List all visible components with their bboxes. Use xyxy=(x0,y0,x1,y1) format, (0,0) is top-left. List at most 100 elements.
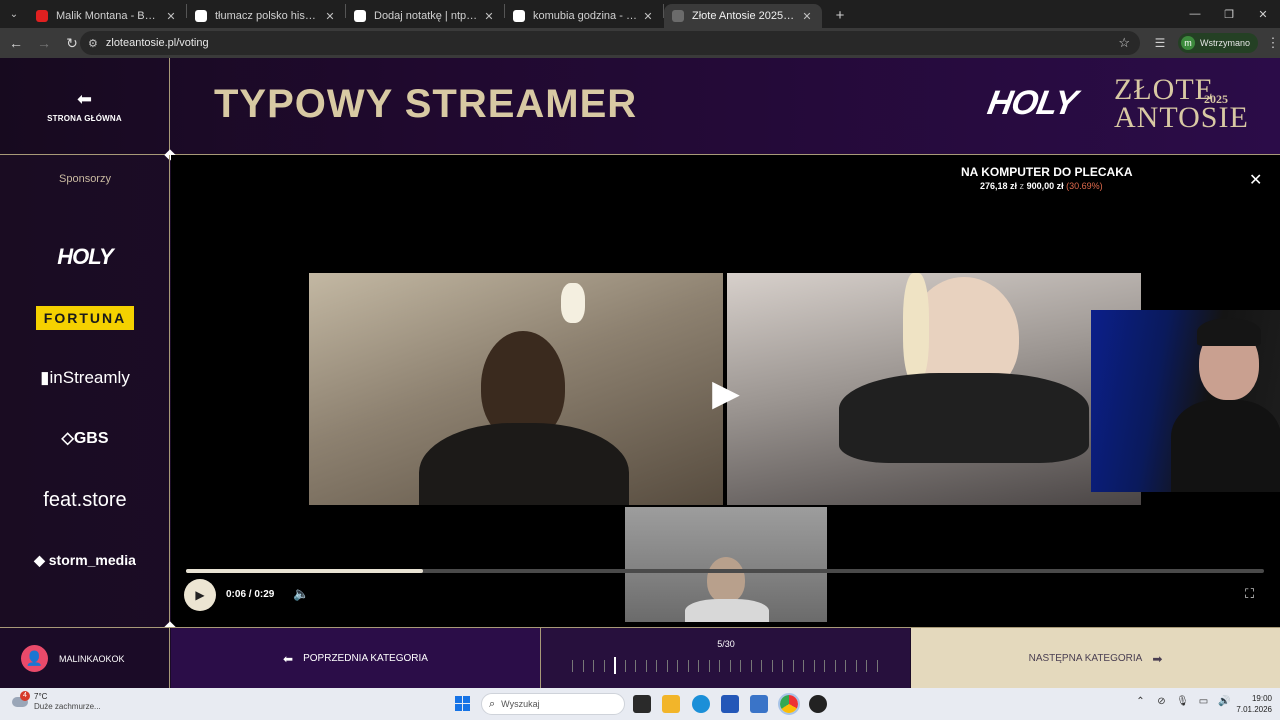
new-tab-button[interactable]: + xyxy=(828,7,852,24)
search-placeholder: Wyszukaj xyxy=(501,699,540,709)
category-tick[interactable] xyxy=(740,660,741,672)
display-icon[interactable]: ▭ xyxy=(1193,696,1214,707)
tab-close-icon[interactable]: ✕ xyxy=(482,10,496,23)
category-tick[interactable] xyxy=(645,660,647,672)
sponsor-storm-media[interactable]: ◆ storm_media xyxy=(0,545,170,575)
sponsor-featstore-label: feat.store xyxy=(43,488,127,511)
close-window-icon[interactable]: ✕ xyxy=(1246,0,1280,28)
sponsor-instreamly-label: ▮inStreamly xyxy=(40,368,130,388)
category-tick[interactable] xyxy=(824,660,825,672)
category-tick[interactable] xyxy=(677,660,678,672)
category-tick[interactable] xyxy=(855,660,857,672)
profile-label: Wstrzymano xyxy=(1200,38,1251,48)
bookmark-star-icon[interactable]: ☆ xyxy=(1118,35,1130,51)
weather-widget[interactable]: 4 7°C Duże zachmurze... xyxy=(10,691,101,711)
mic-icon[interactable]: 🎙 xyxy=(1172,696,1193,707)
next-category-button[interactable]: NASTĘPNA KATEGORIA ➡ xyxy=(911,628,1280,689)
reading-list-icon[interactable]: ☰ xyxy=(1148,36,1172,50)
browser-tab[interactable]: Złote Antosie 2025 - Największ ✕ xyxy=(664,4,822,28)
fullscreen-icon[interactable]: ⛶ xyxy=(1245,586,1254,602)
category-tick[interactable] xyxy=(845,660,846,672)
tab-close-icon[interactable]: ✕ xyxy=(641,10,655,23)
category-tick[interactable] xyxy=(708,660,710,672)
weather-cloud-icon: 4 xyxy=(10,691,30,711)
category-tick[interactable] xyxy=(729,660,731,672)
category-tick[interactable] xyxy=(572,660,573,672)
category-tick[interactable] xyxy=(782,660,783,672)
sponsor-fortuna[interactable]: FORTUNA xyxy=(0,303,170,333)
close-icon[interactable]: ✕ xyxy=(1249,170,1262,190)
home-button[interactable]: ⬅ STRONA GŁÓWNA xyxy=(0,58,170,155)
taskbar-clock[interactable]: 19:00 7.01.2026 xyxy=(1232,693,1272,715)
category-progress: 5/30 xyxy=(540,628,910,689)
category-tick[interactable] xyxy=(771,660,773,672)
arrow-left-icon: ⬅ xyxy=(283,651,294,666)
category-tick[interactable] xyxy=(624,660,626,672)
windows-start-icon[interactable] xyxy=(455,696,470,711)
category-tick[interactable] xyxy=(656,660,657,672)
category-tick[interactable] xyxy=(866,660,867,672)
sponsor-instreamly[interactable]: ▮inStreamly xyxy=(0,363,170,393)
category-tick[interactable] xyxy=(834,660,836,672)
profile-button[interactable]: m Wstrzymano xyxy=(1178,33,1259,53)
category-tick[interactable] xyxy=(792,660,794,672)
outlook-icon[interactable] xyxy=(750,695,768,713)
progress-bar[interactable] xyxy=(186,569,1264,573)
edge-icon[interactable] xyxy=(692,695,710,713)
category-tick[interactable] xyxy=(614,657,616,674)
category-tick[interactable] xyxy=(750,660,752,672)
category-tick[interactable] xyxy=(687,660,689,672)
username: MALINKAOKOK xyxy=(59,653,125,664)
tray-chevron-icon[interactable]: ⌃ xyxy=(1130,696,1151,707)
back-icon[interactable]: ← xyxy=(4,31,28,55)
sponsor-gbs[interactable]: ◇GBS xyxy=(0,423,170,453)
store-icon[interactable] xyxy=(721,695,739,713)
category-tick[interactable] xyxy=(666,660,668,672)
antosie-text: ANTOSIE xyxy=(1114,101,1249,134)
restore-icon[interactable]: ❐ xyxy=(1212,0,1246,28)
tab-close-icon[interactable]: ✕ xyxy=(164,10,178,23)
tab-close-icon[interactable]: ✕ xyxy=(800,10,814,23)
goal-separator: z xyxy=(1019,181,1025,191)
volume-icon[interactable]: 🔈 xyxy=(293,586,309,602)
play-overlay-icon[interactable]: ▶ xyxy=(702,369,750,417)
browser-tab[interactable]: tłumacz polsko hiszpański - Szu ✕ xyxy=(187,4,345,28)
category-counter: 5/30 xyxy=(717,639,735,649)
category-tick[interactable] xyxy=(813,660,815,672)
browser-tab[interactable]: Dodaj notatkę | ntpd.eu - notat ✕ xyxy=(346,4,504,28)
tab-search-button[interactable]: ⌄ xyxy=(0,0,28,28)
home-label: STRONA GŁÓWNA xyxy=(47,114,122,123)
category-tick[interactable] xyxy=(582,660,584,672)
holy-logo: HOLY xyxy=(984,84,1080,122)
play-button[interactable]: ▶ xyxy=(184,579,216,611)
category-tick[interactable] xyxy=(603,660,605,672)
app-icon[interactable] xyxy=(809,695,827,713)
category-tick[interactable] xyxy=(698,660,699,672)
category-tick[interactable] xyxy=(635,660,636,672)
category-tick[interactable] xyxy=(803,660,804,672)
category-tick[interactable] xyxy=(719,660,720,672)
taskbar-search[interactable]: ⌕ Wyszukaj xyxy=(481,693,625,715)
file-explorer-icon[interactable] xyxy=(662,695,680,713)
category-tick[interactable] xyxy=(876,660,878,672)
chrome-icon[interactable] xyxy=(778,693,800,715)
sponsor-featstore[interactable]: feat.store xyxy=(0,485,170,515)
browser-tab[interactable]: komubia godzina - Szukaj w Go ✕ xyxy=(505,4,663,28)
prev-category-button[interactable]: ⬅ POPRZEDNIA KATEGORIA xyxy=(171,628,540,689)
browser-tab[interactable]: Malik Montana - Baciata [Offici ✕ xyxy=(28,4,186,28)
tab-favicon-icon xyxy=(354,10,366,22)
sponsor-holy[interactable]: HOLY xyxy=(0,242,170,272)
task-view-icon[interactable] xyxy=(633,695,651,713)
category-tick[interactable] xyxy=(761,660,762,672)
address-bar[interactable]: ⚙ zloteantosie.pl/voting ☆ xyxy=(80,31,1140,55)
tab-close-icon[interactable]: ✕ xyxy=(323,10,337,23)
forward-icon[interactable]: → xyxy=(32,31,56,55)
weather-temp: 7°C xyxy=(34,691,48,701)
category-tick[interactable] xyxy=(593,660,594,672)
network-icon[interactable]: ⊘ xyxy=(1151,696,1172,707)
site-info-icon[interactable]: ⚙ xyxy=(88,37,98,50)
minimize-icon[interactable]: — xyxy=(1178,0,1212,28)
user-account[interactable]: 👤 MALINKAOKOK xyxy=(0,628,170,689)
video-player[interactable]: NA KOMPUTER DO PLECAKA 276,18 zł z 900,0… xyxy=(171,155,1280,627)
browser-menu-icon[interactable]: ⋮ xyxy=(1262,35,1280,51)
